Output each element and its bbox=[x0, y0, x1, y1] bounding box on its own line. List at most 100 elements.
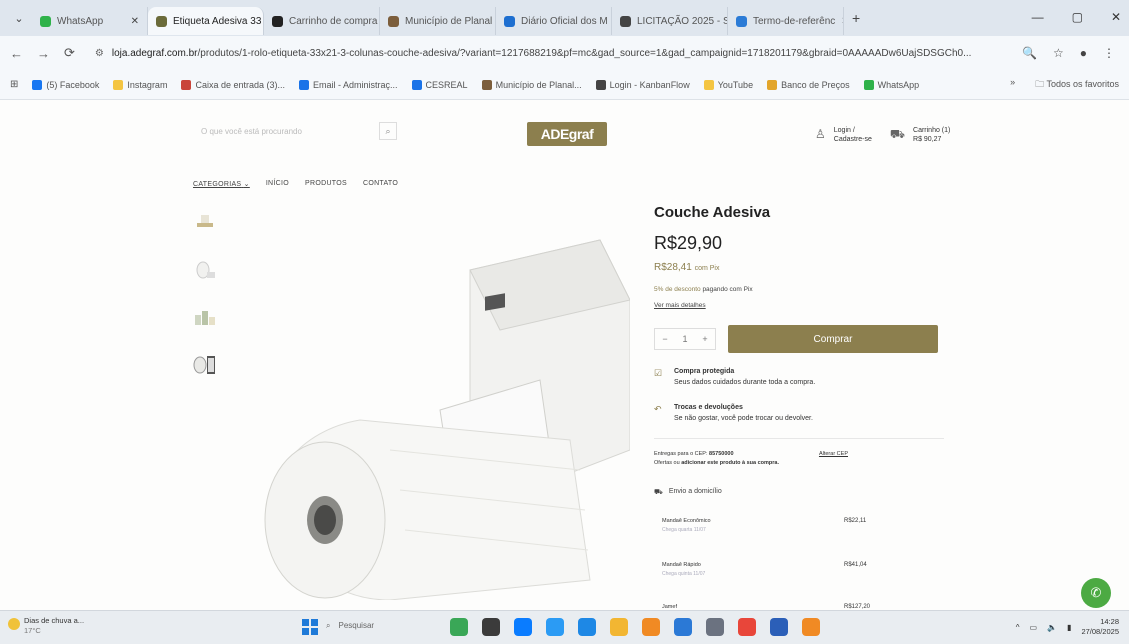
store-search-input[interactable]: O que você está procurando ⌕ bbox=[195, 118, 405, 144]
zoom-icon[interactable]: 🔍 bbox=[1022, 46, 1037, 60]
qty-plus-button[interactable]: + bbox=[702, 334, 707, 344]
bookmark-item[interactable]: (5) Facebook bbox=[32, 79, 99, 90]
cart-icon[interactable]: ⛟ bbox=[890, 126, 905, 144]
back-arrow-icon[interactable]: ← bbox=[10, 46, 23, 61]
bookmark-item[interactable]: YouTube bbox=[703, 79, 753, 90]
weather-widget[interactable]: Dias de chuva a... 17°C bbox=[8, 616, 84, 636]
taskbar-app-icon[interactable] bbox=[546, 618, 564, 636]
more-details-link[interactable]: Ver mais detalhes bbox=[654, 302, 706, 309]
browser-tab[interactable]: Etiqueta Adesiva 33✕ bbox=[148, 7, 264, 35]
login-link[interactable]: Login / Cadastre-se bbox=[834, 126, 872, 144]
shipping-option[interactable]: Mandaê Rápido Chega quinta 11/07 R$41,04 bbox=[662, 562, 902, 577]
change-cep-link[interactable]: Alterar CEP bbox=[819, 450, 848, 459]
nav-contact[interactable]: CONTATO bbox=[363, 180, 398, 188]
user-icon[interactable]: ♙ bbox=[815, 126, 826, 144]
nav-products[interactable]: PRODUTOS bbox=[305, 180, 347, 188]
tab-favicon-icon bbox=[504, 15, 515, 27]
taskbar-app-icon[interactable] bbox=[482, 618, 500, 636]
tab-search-button[interactable]: ⌄ bbox=[6, 12, 32, 25]
all-bookmarks-folder[interactable]: 🗀 Todos os favoritos bbox=[1035, 77, 1119, 93]
store-logo[interactable]: ADEgraf bbox=[527, 122, 607, 146]
feature-title: Trocas e devoluções bbox=[674, 404, 743, 411]
taskbar-app-icon[interactable] bbox=[450, 618, 468, 636]
discount-text: pagando com Pix bbox=[702, 286, 753, 293]
bookmark-item[interactable]: Caixa de entrada (3)... bbox=[181, 79, 285, 90]
clock[interactable]: 14:28 27/08/2025 bbox=[1081, 617, 1119, 637]
minimize-icon[interactable]: — bbox=[1032, 10, 1044, 24]
profile-icon[interactable]: ● bbox=[1080, 46, 1087, 60]
taskbar-app-icon[interactable] bbox=[578, 618, 596, 636]
option-eta: Chega quinta 11/07 bbox=[662, 571, 706, 577]
bookmark-item[interactable]: Município de Planal... bbox=[481, 79, 582, 90]
whatsapp-icon: ✆ bbox=[1090, 585, 1102, 600]
close-window-icon[interactable]: ✕ bbox=[1111, 10, 1121, 24]
nav-home[interactable]: INÍCIO bbox=[266, 180, 289, 188]
thumbnail-2[interactable] bbox=[190, 256, 220, 282]
forward-arrow-icon[interactable]: → bbox=[37, 46, 50, 61]
pix-label: com Pix bbox=[694, 265, 720, 272]
reload-icon[interactable]: ⟳ bbox=[64, 45, 75, 61]
bookmark-item[interactable]: Email - Administraç... bbox=[299, 79, 398, 90]
bookmark-favicon-icon bbox=[703, 79, 714, 90]
windows-start-icon[interactable] bbox=[302, 619, 318, 635]
browser-tab[interactable]: WhatsApp ✕ bbox=[32, 7, 148, 35]
more-menu-icon[interactable]: ⋮ bbox=[1103, 46, 1115, 60]
taskbar-app-icon[interactable] bbox=[770, 618, 788, 636]
volume-icon[interactable]: 🔈 bbox=[1047, 623, 1057, 632]
bookmark-item[interactable]: WhatsApp bbox=[863, 79, 919, 90]
feature-title: Compra protegida bbox=[674, 368, 735, 375]
discount-percent: 5% de desconto bbox=[654, 286, 701, 293]
taskbar-app-icon[interactable] bbox=[802, 618, 820, 636]
tab-favicon-icon bbox=[156, 15, 167, 27]
site-info-icon[interactable]: ⚙ bbox=[95, 48, 104, 59]
network-icon[interactable]: ▭ bbox=[1030, 623, 1038, 632]
browser-tab[interactable]: Termo-de-referênc ✕ bbox=[728, 7, 844, 35]
thumbnail-4[interactable] bbox=[190, 352, 220, 378]
close-tab-icon[interactable]: ✕ bbox=[131, 16, 139, 27]
account-area: ♙ Login / Cadastre-se ⛟ Carrinho (1) R$ 90… bbox=[815, 126, 950, 144]
shipping-option[interactable]: Mandaê Econômico Chega quarta 11/07 R$22… bbox=[662, 518, 902, 533]
tab-favicon-icon bbox=[736, 15, 747, 27]
thumbnail-3[interactable] bbox=[190, 304, 220, 330]
address-bar-row: ← → ⟳ ⚙ loja.adegraf.com.br /produtos/1-… bbox=[0, 36, 1129, 70]
browser-tab[interactable]: LICITAÇÃO 2025 - S✕ bbox=[612, 7, 728, 35]
bookmarks-overflow-icon[interactable]: » bbox=[1010, 77, 1015, 93]
nav-categories[interactable]: CATEGORIAS ⌄ bbox=[193, 180, 250, 188]
system-tray: ^ ▭ 🔈 ▮ 14:28 27/08/2025 bbox=[1016, 617, 1119, 637]
bookmark-item[interactable]: CESREAL bbox=[411, 79, 468, 90]
buy-button[interactable]: Comprar bbox=[728, 325, 938, 353]
browser-tab[interactable]: Carrinho de compra✕ bbox=[264, 7, 380, 35]
taskbar-app-icon[interactable] bbox=[514, 618, 532, 636]
qty-minus-button[interactable]: − bbox=[662, 334, 667, 344]
battery-icon[interactable]: ▮ bbox=[1067, 623, 1071, 632]
quantity-stepper[interactable]: − 1 + bbox=[654, 328, 716, 350]
new-tab-button[interactable]: + bbox=[852, 10, 860, 26]
taskbar-app-icon[interactable] bbox=[642, 618, 660, 636]
signup-label: Cadastre-se bbox=[833, 136, 872, 143]
chevron-up-icon[interactable]: ^ bbox=[1016, 623, 1020, 632]
url-field[interactable]: ⚙ loja.adegraf.com.br /produtos/1-rolo-e… bbox=[89, 41, 1008, 65]
bookmark-item[interactable]: Login - KanbanFlow bbox=[595, 79, 690, 90]
browser-tab[interactable]: Diário Oficial dos M✕ bbox=[496, 7, 612, 35]
qty-value[interactable]: 1 bbox=[682, 334, 687, 344]
thumbnail-1[interactable] bbox=[190, 208, 220, 234]
bookmark-item[interactable]: Instagram bbox=[113, 79, 167, 90]
taskbar-search[interactable]: ⌕ Pesquisar bbox=[326, 621, 374, 631]
close-tab-icon[interactable]: ✕ bbox=[841, 16, 843, 27]
maximize-icon[interactable]: ▢ bbox=[1072, 10, 1083, 24]
feature-text: Se não gostar, você pode trocar ou devol… bbox=[674, 415, 813, 422]
taskbar-app-icon[interactable] bbox=[706, 618, 724, 636]
search-icon[interactable]: ⌕ bbox=[379, 122, 397, 140]
bookmark-star-icon[interactable]: ☆ bbox=[1053, 46, 1064, 60]
cart-link[interactable]: Carrinho (1) R$ 90,27 bbox=[913, 126, 950, 144]
taskbar-app-icon[interactable] bbox=[610, 618, 628, 636]
taskbar-app-icon[interactable] bbox=[674, 618, 692, 636]
bookmark-item[interactable]: Banco de Preços bbox=[767, 79, 850, 90]
bookmark-favicon-icon bbox=[767, 79, 778, 90]
whatsapp-float-button[interactable]: ✆ bbox=[1081, 578, 1111, 608]
browser-tab[interactable]: Município de Planal✕ bbox=[380, 7, 496, 35]
taskbar-app-icon[interactable] bbox=[738, 618, 756, 636]
option-price: R$41,04 bbox=[844, 562, 867, 568]
bookmark-label: Município de Planal... bbox=[495, 79, 582, 90]
apps-grid-icon[interactable]: ⊞ bbox=[10, 79, 18, 90]
